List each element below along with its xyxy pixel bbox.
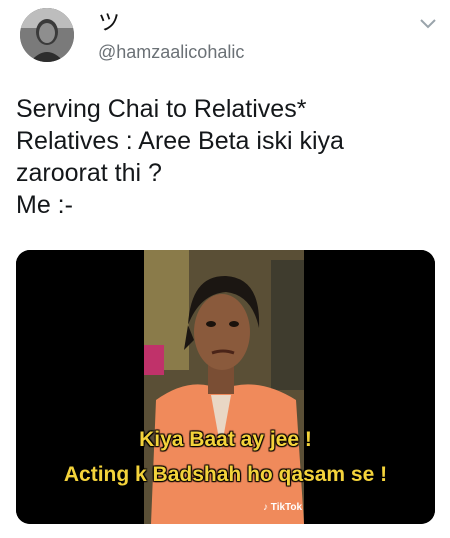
tweet-media-video[interactable]: Kiya Baat ay jee ! Acting k Badshah ho q… [16, 250, 435, 524]
tweet-text: Serving Chai to Relatives* Relatives : A… [16, 93, 436, 221]
avatar-photo [20, 8, 74, 62]
tiktok-label: TikTok [270, 502, 303, 513]
tweet-text-line: Serving Chai to Relatives* [16, 95, 307, 123]
tweet-text-line: Relatives : Aree Beta iski kiya [16, 127, 344, 155]
chevron-down-icon[interactable] [418, 16, 438, 30]
display-name[interactable]: ツ [98, 12, 120, 34]
tweet-text-line: Me :- [16, 191, 73, 219]
tiktok-watermark: ♪ TikTok [263, 502, 302, 513]
user-handle[interactable]: @hamzaalicohalic [98, 42, 244, 63]
video-caption-line2: Acting k Badshah ho qasam se ! [63, 463, 388, 486]
tiktok-icon: ♪ [263, 502, 268, 513]
tweet-text-line: zaroorat thi ? [16, 159, 162, 187]
user-avatar[interactable] [20, 8, 74, 62]
tweet-card: ツ @hamzaalicohalic Serving Chai to Relat… [0, 0, 450, 538]
video-caption-line1: Kiya Baat ay jee ! [139, 428, 312, 451]
